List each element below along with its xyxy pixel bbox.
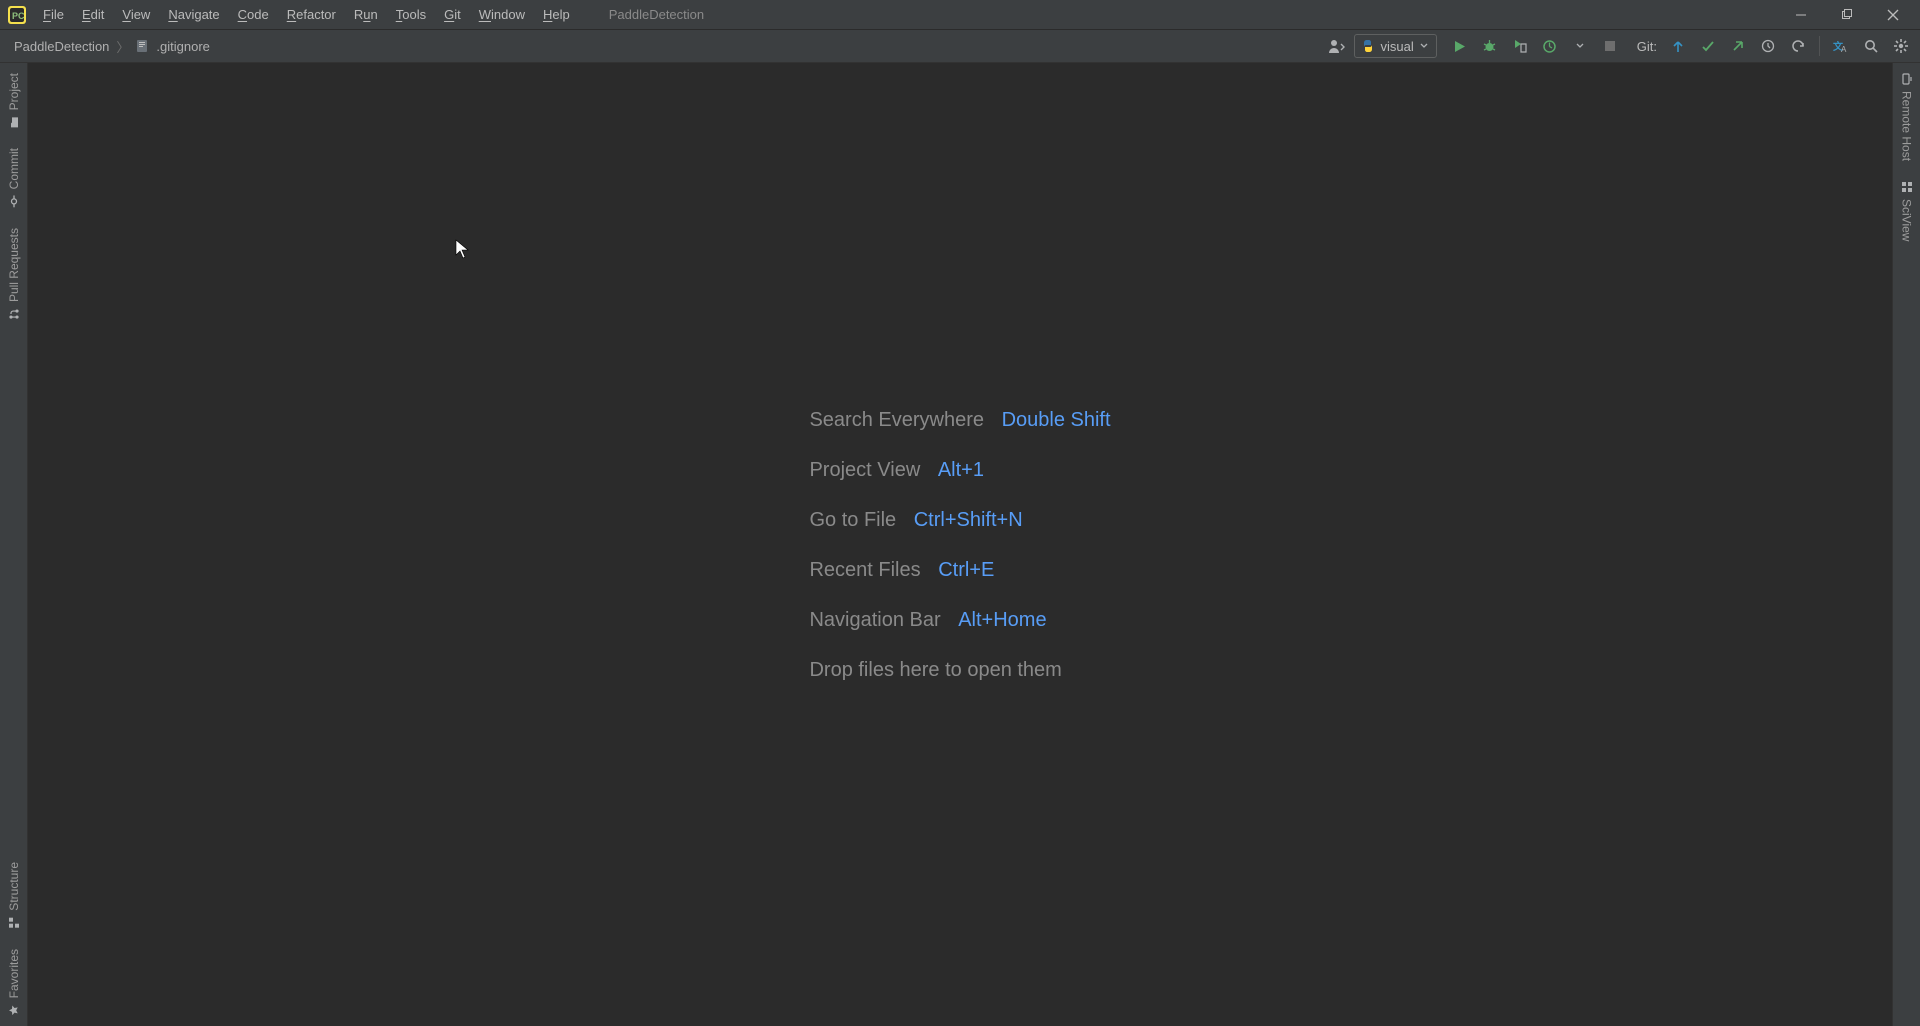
menu-navigate[interactable]: Navigate [159, 3, 228, 26]
breadcrumb-separator-icon: 〉 [113, 37, 132, 56]
tool-window-label: Remote Host [1900, 91, 1914, 161]
hint-label: Drop files here to open them [809, 659, 1061, 681]
hint-shortcut: Alt+1 [938, 459, 984, 481]
sciview-icon [1901, 181, 1913, 193]
tool-window-label: SciView [1900, 199, 1914, 241]
tool-window-structure[interactable]: Structure [7, 852, 21, 939]
stop-button[interactable] [1597, 33, 1623, 59]
git-history-button[interactable] [1755, 33, 1781, 59]
ide-settings-button[interactable] [1888, 33, 1914, 59]
left-tool-strip: Project Commit Pull Requests Structure F… [0, 63, 28, 1026]
menu-items: File Edit View Navigate Code Refactor Ru… [34, 3, 579, 26]
window-maximize-button[interactable] [1824, 0, 1870, 30]
commit-icon [8, 196, 20, 208]
toolbar: PaddleDetection 〉 .gitignore visual [0, 30, 1920, 63]
gitignore-file-icon [136, 39, 150, 53]
menu-run[interactable]: Run [345, 3, 387, 26]
git-label: Git: [1627, 39, 1661, 54]
tool-window-label: Pull Requests [7, 228, 21, 302]
menu-view[interactable]: View [113, 3, 159, 26]
breadcrumb-project[interactable]: PaddleDetection [14, 39, 109, 54]
menu-git[interactable]: Git [435, 3, 470, 26]
hint-go-to-file: Go to File Ctrl+Shift+N [809, 501, 1110, 539]
hint-search-everywhere: Search Everywhere Double Shift [809, 401, 1110, 439]
window-minimize-button[interactable] [1778, 0, 1824, 30]
git-commit-button[interactable] [1695, 33, 1721, 59]
menu-window[interactable]: Window [470, 3, 534, 26]
svg-text:A: A [1841, 45, 1847, 54]
toolbar-separator [1819, 36, 1820, 56]
breadcrumb-file[interactable]: .gitignore [156, 39, 209, 54]
hint-project-view: Project View Alt+1 [809, 451, 1110, 489]
star-icon [8, 1004, 20, 1016]
chevron-down-icon [1420, 42, 1428, 50]
hint-label: Recent Files [809, 559, 920, 581]
tool-window-label: Commit [7, 148, 21, 189]
window-controls [1778, 0, 1916, 30]
breadcrumb: PaddleDetection 〉 .gitignore [14, 37, 210, 56]
menu-edit[interactable]: Edit [73, 3, 113, 26]
tool-window-sciview[interactable]: SciView [1900, 171, 1914, 251]
menu-file[interactable]: File [34, 3, 73, 26]
translate-icon[interactable]: 文A [1828, 33, 1854, 59]
workspace: Project Commit Pull Requests Structure F… [0, 63, 1920, 1026]
window-title: PaddleDetection [579, 7, 1778, 22]
tool-window-remote-host[interactable]: Remote Host [1900, 63, 1914, 171]
menu-refactor[interactable]: Refactor [278, 3, 345, 26]
hint-label: Search Everywhere [809, 409, 984, 431]
python-icon [1361, 39, 1375, 53]
toolbar-right: visual Git: [1324, 33, 1914, 59]
tool-window-commit[interactable]: Commit [7, 138, 21, 217]
hint-shortcut: Ctrl+Shift+N [914, 509, 1023, 531]
hint-recent-files: Recent Files Ctrl+E [809, 551, 1110, 589]
hint-shortcut: Ctrl+E [938, 559, 994, 581]
editor-empty-state[interactable]: Search Everywhere Double Shift Project V… [28, 63, 1892, 1026]
hint-label: Navigation Bar [809, 609, 940, 631]
menu-code[interactable]: Code [229, 3, 278, 26]
tool-window-pull-requests[interactable]: Pull Requests [7, 218, 21, 330]
remote-icon [1901, 73, 1913, 85]
hint-label: Project View [809, 459, 920, 481]
window-close-button[interactable] [1870, 0, 1916, 30]
structure-icon [8, 917, 20, 929]
tool-window-label: Structure [7, 862, 21, 911]
pull-request-icon [8, 308, 20, 320]
empty-hints: Search Everywhere Double Shift Project V… [809, 389, 1110, 701]
run-config-selector[interactable]: visual [1354, 34, 1437, 58]
menu-bar: PC File Edit View Navigate Code Refactor… [0, 0, 1920, 30]
hint-shortcut: Alt+Home [958, 609, 1046, 631]
menu-tools[interactable]: Tools [387, 3, 435, 26]
run-config-name: visual [1381, 39, 1414, 54]
tool-window-label: Favorites [7, 949, 21, 998]
run-coverage-button[interactable] [1507, 33, 1533, 59]
folder-icon [8, 116, 20, 128]
git-push-button[interactable] [1725, 33, 1751, 59]
hint-label: Go to File [809, 509, 896, 531]
hint-drop-files: Drop files here to open them [809, 651, 1110, 689]
git-rollback-button[interactable] [1785, 33, 1811, 59]
menu-help[interactable]: Help [534, 3, 579, 26]
tool-window-favorites[interactable]: Favorites [7, 939, 21, 1026]
app-icon: PC [8, 6, 26, 24]
hint-shortcut: Double Shift [1002, 409, 1111, 431]
search-everywhere-button[interactable] [1858, 33, 1884, 59]
git-update-button[interactable] [1665, 33, 1691, 59]
debug-button[interactable] [1477, 33, 1503, 59]
tool-window-project[interactable]: Project [7, 63, 21, 138]
profile-button[interactable] [1537, 33, 1563, 59]
run-button[interactable] [1447, 33, 1473, 59]
hint-navigation-bar: Navigation Bar Alt+Home [809, 601, 1110, 639]
svg-text:PC: PC [12, 11, 25, 21]
more-run-options-icon[interactable] [1567, 33, 1593, 59]
tool-window-label: Project [7, 73, 21, 110]
right-tool-strip: Remote Host SciView [1892, 63, 1920, 1026]
code-with-me-button[interactable] [1324, 33, 1350, 59]
